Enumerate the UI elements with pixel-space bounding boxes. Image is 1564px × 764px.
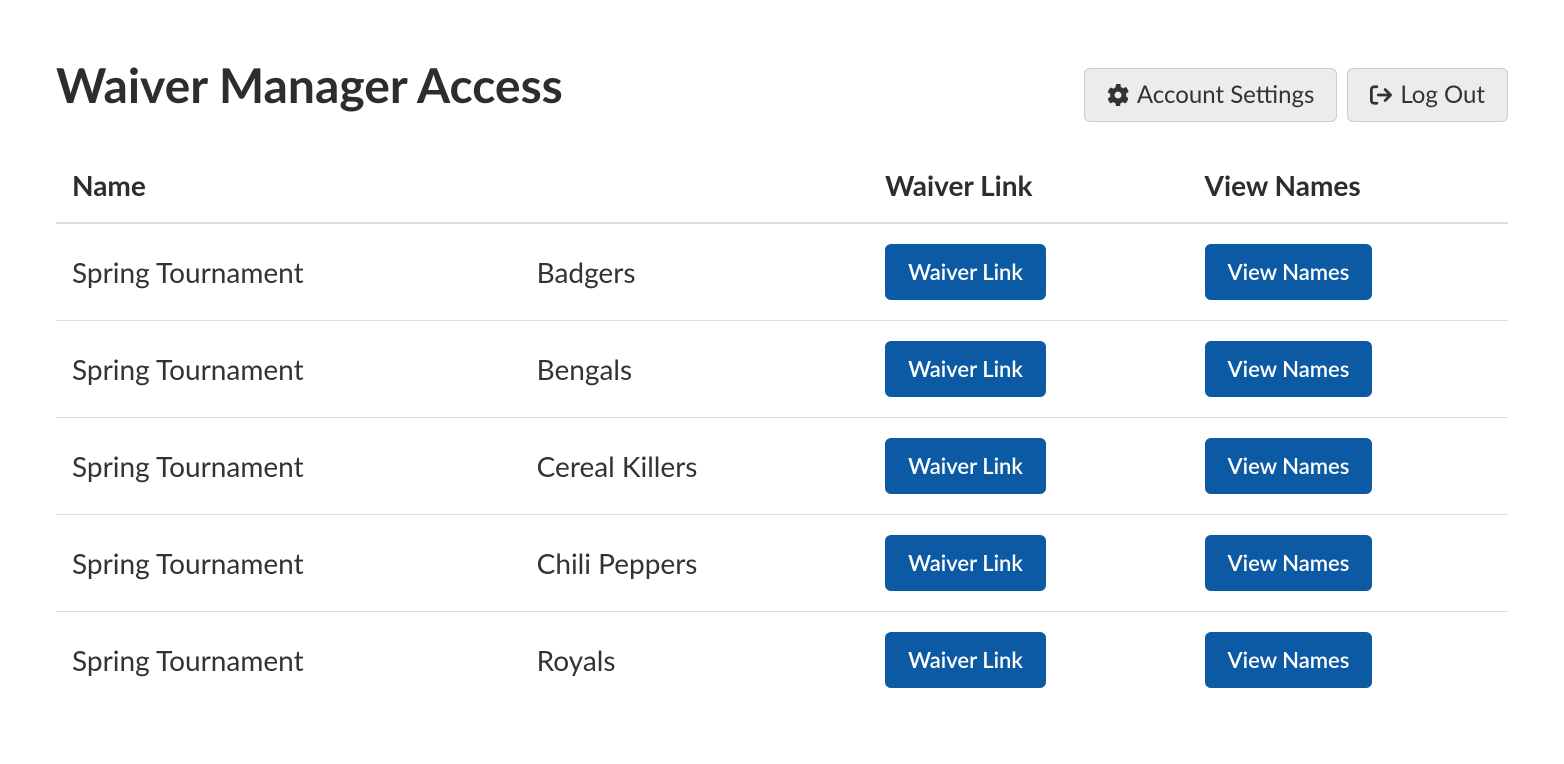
- cell-waiver-link: Waiver Link: [869, 418, 1188, 515]
- cell-team-name: Cereal Killers: [521, 418, 869, 515]
- waiver-link-button[interactable]: Waiver Link: [885, 535, 1046, 591]
- header-buttons: Account Settings Log Out: [1084, 68, 1508, 122]
- view-names-button[interactable]: View Names: [1205, 244, 1373, 300]
- waiver-link-button[interactable]: Waiver Link: [885, 438, 1046, 494]
- sign-out-icon: [1370, 84, 1392, 106]
- view-names-button[interactable]: View Names: [1205, 438, 1373, 494]
- cell-event-name: Spring Tournament: [56, 418, 521, 515]
- cell-waiver-link: Waiver Link: [869, 612, 1188, 709]
- account-settings-label: Account Settings: [1137, 83, 1315, 107]
- cell-event-name: Spring Tournament: [56, 321, 521, 418]
- cell-waiver-link: Waiver Link: [869, 223, 1188, 321]
- cell-waiver-link: Waiver Link: [869, 515, 1188, 612]
- page-title: Waiver Manager Access: [56, 60, 563, 113]
- column-header-waiver-link: Waiver Link: [869, 154, 1188, 223]
- account-settings-button[interactable]: Account Settings: [1084, 68, 1338, 122]
- cell-team-name: Bengals: [521, 321, 869, 418]
- view-names-button[interactable]: View Names: [1205, 341, 1373, 397]
- cell-event-name: Spring Tournament: [56, 223, 521, 321]
- table-row: Spring TournamentBengals Waiver Link View …: [56, 321, 1508, 418]
- cell-waiver-link: Waiver Link: [869, 321, 1188, 418]
- waiver-link-button[interactable]: Waiver Link: [885, 632, 1046, 688]
- cell-team-name: Badgers: [521, 223, 869, 321]
- gear-icon: [1107, 84, 1129, 106]
- table-row: Spring TournamentCereal Killers Waiver Li…: [56, 418, 1508, 515]
- logout-button[interactable]: Log Out: [1347, 68, 1508, 122]
- waiver-link-button[interactable]: Waiver Link: [885, 244, 1046, 300]
- page-header: Waiver Manager Access Account Settings L…: [56, 60, 1508, 122]
- cell-view-names: View Names: [1189, 515, 1508, 612]
- cell-view-names: View Names: [1189, 612, 1508, 709]
- view-names-button[interactable]: View Names: [1205, 535, 1373, 591]
- table-row: Spring TournamentRoyals Waiver Link View N…: [56, 612, 1508, 709]
- cell-event-name: Spring Tournament: [56, 515, 521, 612]
- cell-view-names: View Names: [1189, 321, 1508, 418]
- cell-view-names: View Names: [1189, 418, 1508, 515]
- cell-view-names: View Names: [1189, 223, 1508, 321]
- cell-event-name: Spring Tournament: [56, 612, 521, 709]
- column-header-name: Name: [56, 154, 869, 223]
- table-row: Spring TournamentChili Peppers Waiver Lin…: [56, 515, 1508, 612]
- cell-team-name: Chili Peppers: [521, 515, 869, 612]
- waiver-link-button[interactable]: Waiver Link: [885, 341, 1046, 397]
- logout-label: Log Out: [1400, 83, 1485, 107]
- table-header-row: Name Waiver Link View Names: [56, 154, 1508, 223]
- table-row: Spring TournamentBadgers Waiver Link View …: [56, 223, 1508, 321]
- cell-team-name: Royals: [521, 612, 869, 709]
- column-header-view-names: View Names: [1189, 154, 1508, 223]
- waiver-table: Name Waiver Link View Names Spring Tourn…: [56, 154, 1508, 708]
- view-names-button[interactable]: View Names: [1205, 632, 1373, 688]
